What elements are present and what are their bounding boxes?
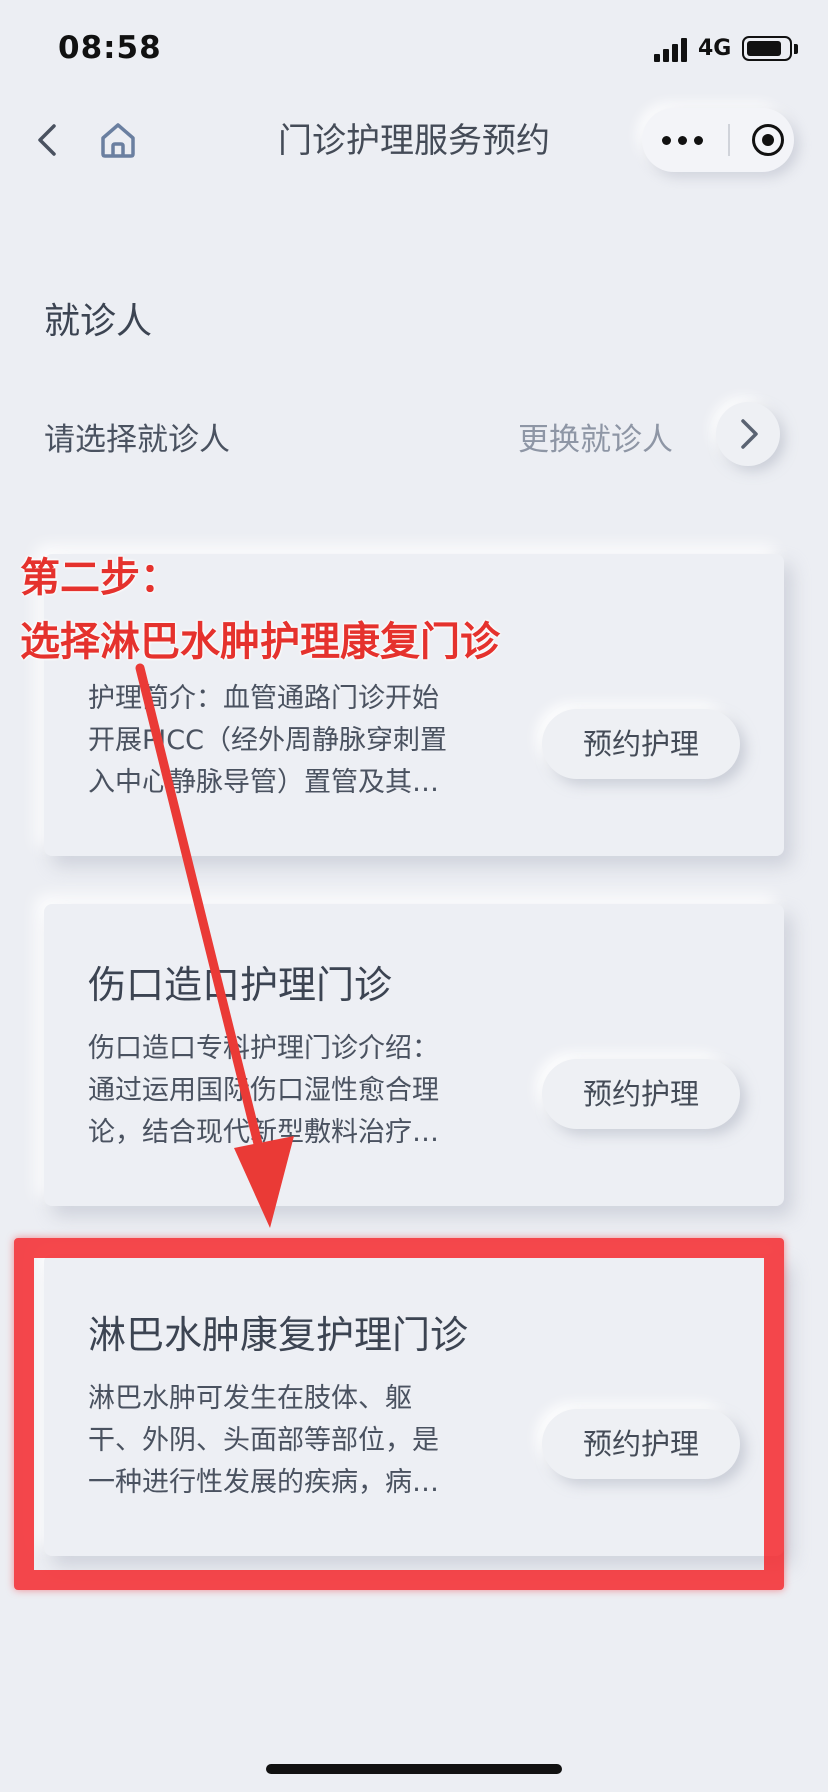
- page-title: 门诊护理服务预约: [278, 121, 550, 161]
- card-desc-line: 伤口造口专科护理门诊介绍：: [88, 1033, 439, 1064]
- mini-program-capsule: [642, 108, 794, 172]
- network-label: 4G: [698, 36, 732, 61]
- card-desc-line: 护理简介：血管通路门诊开始: [88, 683, 439, 714]
- book-care-button[interactable]: 预约护理: [542, 709, 740, 779]
- battery-icon: [742, 36, 792, 61]
- card-desc-line: 干、外阴、头面部等部位，是: [88, 1425, 439, 1456]
- card-desc-line: 入中心静脉导管）置管及其…: [88, 767, 439, 798]
- close-target-icon[interactable]: [752, 124, 784, 156]
- back-chevron-icon[interactable]: [30, 118, 66, 162]
- book-care-button[interactable]: 预约护理: [542, 1059, 740, 1129]
- patient-section-title: 就诊人: [44, 301, 153, 342]
- clinic-card-lymphedema[interactable]: 淋巴水肿康复护理门诊 淋巴水肿可发生在肢体、躯 干、外阴、头面部等部位，是 一种…: [44, 1254, 784, 1556]
- change-patient-link[interactable]: 更换就诊人: [518, 414, 673, 459]
- select-patient-label[interactable]: 请选择就诊人: [44, 414, 230, 459]
- card-desc-line: 一种进行性发展的疾病，病…: [88, 1467, 439, 1498]
- home-icon[interactable]: [96, 118, 140, 162]
- card-desc-line: 开展PICC（经外周静脉穿刺置: [88, 725, 447, 756]
- change-patient-button[interactable]: [716, 402, 780, 466]
- annotation-step-label: 第二步：: [20, 555, 180, 601]
- battery-tip: [794, 44, 798, 54]
- status-bar: 08:58 4G: [0, 0, 828, 100]
- annotation-instruction: 选择淋巴水肿护理康复门诊: [20, 619, 500, 665]
- card-title: 伤口造口护理门诊: [88, 963, 393, 1007]
- more-dots-icon[interactable]: [662, 136, 706, 146]
- signal-icon: [654, 38, 688, 62]
- book-care-button[interactable]: 预约护理: [542, 1409, 740, 1479]
- home-indicator: [266, 1764, 562, 1774]
- card-description: 伤口造口专科护理门诊介绍： 通过运用国际伤口湿性愈合理 论，结合现代新型敷料治疗…: [88, 1028, 496, 1154]
- card-description: 护理简介：血管通路门诊开始 开展PICC（经外周静脉穿刺置 入中心静脉导管）置管…: [88, 678, 496, 804]
- card-desc-line: 论，结合现代新型敷料治疗…: [88, 1117, 439, 1148]
- capsule-divider: [728, 124, 730, 156]
- card-description: 淋巴水肿可发生在肢体、躯 干、外阴、头面部等部位，是 一种进行性发展的疾病，病…: [88, 1378, 496, 1504]
- card-desc-line: 通过运用国际伤口湿性愈合理: [88, 1075, 439, 1106]
- chevron-right-icon: [741, 419, 758, 449]
- clinic-card-wound-ostomy[interactable]: 伤口造口护理门诊 伤口造口专科护理门诊介绍： 通过运用国际伤口湿性愈合理 论，结…: [44, 904, 784, 1206]
- tutorial-annotation: 第二步： 选择淋巴水肿护理康复门诊: [20, 546, 500, 674]
- status-time: 08:58: [58, 30, 162, 66]
- card-title: 淋巴水肿康复护理门诊: [88, 1313, 469, 1357]
- card-desc-line: 淋巴水肿可发生在肢体、躯: [88, 1383, 412, 1414]
